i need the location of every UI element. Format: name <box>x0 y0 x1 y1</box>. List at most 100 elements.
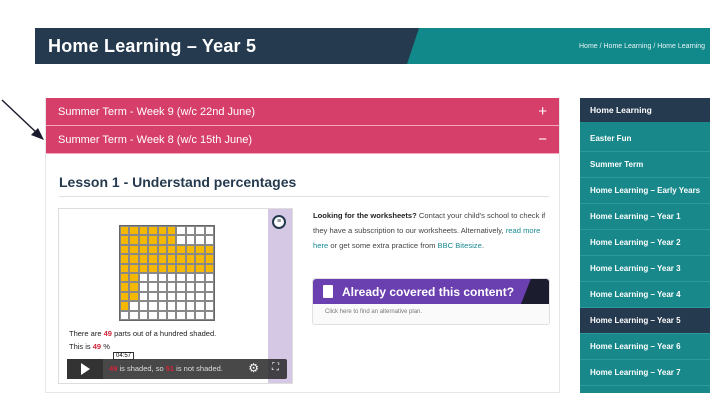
sidebar-item-home-learning-year-3[interactable]: Home Learning – Year 3 <box>580 256 710 282</box>
grid-cell <box>157 291 167 302</box>
grid-cell <box>204 263 214 273</box>
grid-cell <box>138 226 149 236</box>
grid-cell <box>148 301 158 311</box>
info-text: . <box>481 241 484 250</box>
accordion-label: Summer Term - Week 8 (w/c 15th June) <box>58 133 252 146</box>
grid-cell <box>195 235 205 245</box>
grid-cell <box>129 272 139 283</box>
grid-cell <box>204 226 214 236</box>
video-controls: 04:57 49 is shaded, so 51 is not shaded.… <box>67 352 287 379</box>
grid-cell <box>120 301 130 311</box>
grid-cell <box>120 291 130 302</box>
grid-cell <box>185 272 196 283</box>
info-heading: Looking for the worksheets? <box>313 211 417 220</box>
sidebar-item-summer-term[interactable]: Summer Term <box>580 152 710 178</box>
sidebar-item-home-learning-year-2[interactable]: Home Learning – Year 2 <box>580 230 710 256</box>
grid-cell <box>185 244 196 255</box>
accordion-week-8[interactable]: Summer Term - Week 8 (w/c 15th June) − <box>46 126 559 154</box>
main-content: Summer Term - Week 9 (w/c 22nd June) + S… <box>45 98 560 393</box>
worksheet-info: Looking for the worksheets? Contact your… <box>313 208 551 253</box>
accordion-week-9[interactable]: Summer Term - Week 9 (w/c 22nd June) + <box>46 98 559 126</box>
page-header: Home / Home Learning / Home Learning Hom… <box>35 28 710 64</box>
grid-cell <box>176 263 186 273</box>
sidebar-heading[interactable]: Home Learning <box>580 98 710 122</box>
document-icon <box>323 285 333 298</box>
grid-cell <box>129 263 139 273</box>
grid-cell <box>157 282 167 292</box>
grid-cell <box>204 272 214 283</box>
sidebar-item-home-learning-year-4[interactable]: Home Learning – Year 4 <box>580 282 710 308</box>
sidebar-item-home-learning-year-7[interactable]: Home Learning – Year 7 <box>580 360 710 386</box>
grid-cell <box>138 263 149 273</box>
grid-cell <box>195 254 205 264</box>
grid-cell <box>204 291 214 302</box>
grid-cell <box>166 263 177 273</box>
sidebar-item-home-learning-early-years[interactable]: Home Learning – Early Years <box>580 178 710 204</box>
grid-cell <box>138 254 149 264</box>
grid-cell <box>129 226 139 236</box>
grid-cell <box>185 291 196 302</box>
grid-cell <box>120 235 130 245</box>
grid-cell <box>204 310 214 320</box>
grid-cell <box>185 254 196 264</box>
header-accent: Home / Home Learning / Home Learning <box>407 28 710 64</box>
grid-cell <box>138 244 149 255</box>
bbc-bitesize-link[interactable]: BBC Bitesize <box>438 241 482 250</box>
fullscreen-icon[interactable]: ⛶ <box>272 362 279 373</box>
grid-cell <box>176 301 186 311</box>
video-caption-line-2: This is 49 % <box>69 342 110 351</box>
grid-cell <box>120 226 130 236</box>
alternative-plan-link[interactable]: Click here to find an alternative plan. <box>313 304 549 315</box>
grid-cell <box>157 235 167 245</box>
grid-cell <box>129 235 139 245</box>
grid-cell <box>138 291 149 302</box>
settings-gear-icon[interactable]: ⚙ <box>248 361 259 375</box>
grid-cell <box>157 301 167 311</box>
grid-cell <box>176 282 186 292</box>
lesson-title: Lesson 1 - Understand percentages <box>59 174 549 197</box>
grid-cell <box>120 254 130 264</box>
breadcrumb[interactable]: Home / Home Learning / Home Learning <box>579 43 705 50</box>
grid-cell <box>185 301 196 311</box>
grid-cell <box>204 282 214 292</box>
video-player[interactable]: ≡ There are 49 parts out of a hundred sh… <box>58 208 293 384</box>
grid-cell <box>176 244 186 255</box>
grid-cell <box>148 235 158 245</box>
grid-cell <box>157 310 167 320</box>
grid-cell <box>138 310 149 320</box>
grid-cell <box>129 282 139 292</box>
grid-cell <box>185 310 196 320</box>
sidebar-item-easter-fun[interactable]: Easter Fun <box>580 126 710 152</box>
grid-cell <box>120 310 130 320</box>
grid-cell <box>176 226 186 236</box>
accordion-label: Summer Term - Week 9 (w/c 22nd June) <box>58 105 256 118</box>
collapse-icon: − <box>538 131 547 148</box>
sidebar-item-home-learning-year-5[interactable]: Home Learning – Year 5 <box>580 308 710 334</box>
grid-cell <box>148 254 158 264</box>
grid-cell <box>120 263 130 273</box>
grid-cell <box>148 226 158 236</box>
grid-cell <box>166 272 177 283</box>
grid-cell <box>148 263 158 273</box>
grid-cell <box>129 244 139 255</box>
grid-cell <box>148 282 158 292</box>
page-title: Home Learning – Year 5 <box>48 36 257 56</box>
play-button[interactable] <box>67 359 103 379</box>
grid-cell <box>204 244 214 255</box>
already-covered-card[interactable]: Already covered this content? Click here… <box>312 278 550 325</box>
sidebar-item-home-learning-year-6[interactable]: Home Learning – Year 6 <box>580 334 710 360</box>
video-caption-line-3: 49 is shaded, so 51 is not shaded. <box>109 364 223 373</box>
grid-cell <box>157 263 167 273</box>
already-covered-button[interactable]: Already covered this content? <box>313 279 549 304</box>
pointer-arrow-icon <box>1 99 44 140</box>
grid-cell <box>148 310 158 320</box>
sidebar-item-home-learning-year-1[interactable]: Home Learning – Year 1 <box>580 204 710 230</box>
percentage-grid <box>119 225 215 321</box>
grid-cell <box>166 282 177 292</box>
grid-cell <box>195 244 205 255</box>
grid-cell <box>166 291 177 302</box>
grid-cell <box>138 235 149 245</box>
grid-cell <box>157 272 167 283</box>
grid-cell <box>166 310 177 320</box>
bbc-bitesize-logo-icon: ≡ <box>272 215 286 229</box>
